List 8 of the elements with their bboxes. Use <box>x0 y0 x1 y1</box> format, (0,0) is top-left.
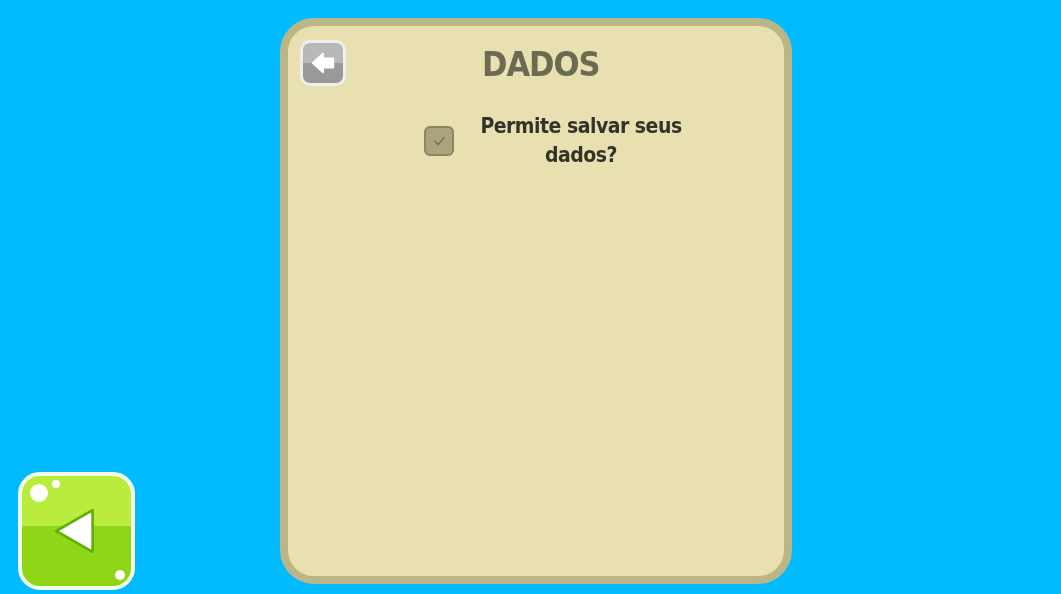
checkbox-label: Permite salvar seus dados? <box>479 113 683 170</box>
back-button[interactable] <box>300 40 346 86</box>
shine-dot <box>52 480 60 488</box>
shine-dot <box>115 570 125 580</box>
shine-dot <box>30 484 48 502</box>
panel-title: DADOS <box>482 44 600 84</box>
back-button[interactable] <box>18 472 135 590</box>
checkbox[interactable] <box>424 126 454 157</box>
